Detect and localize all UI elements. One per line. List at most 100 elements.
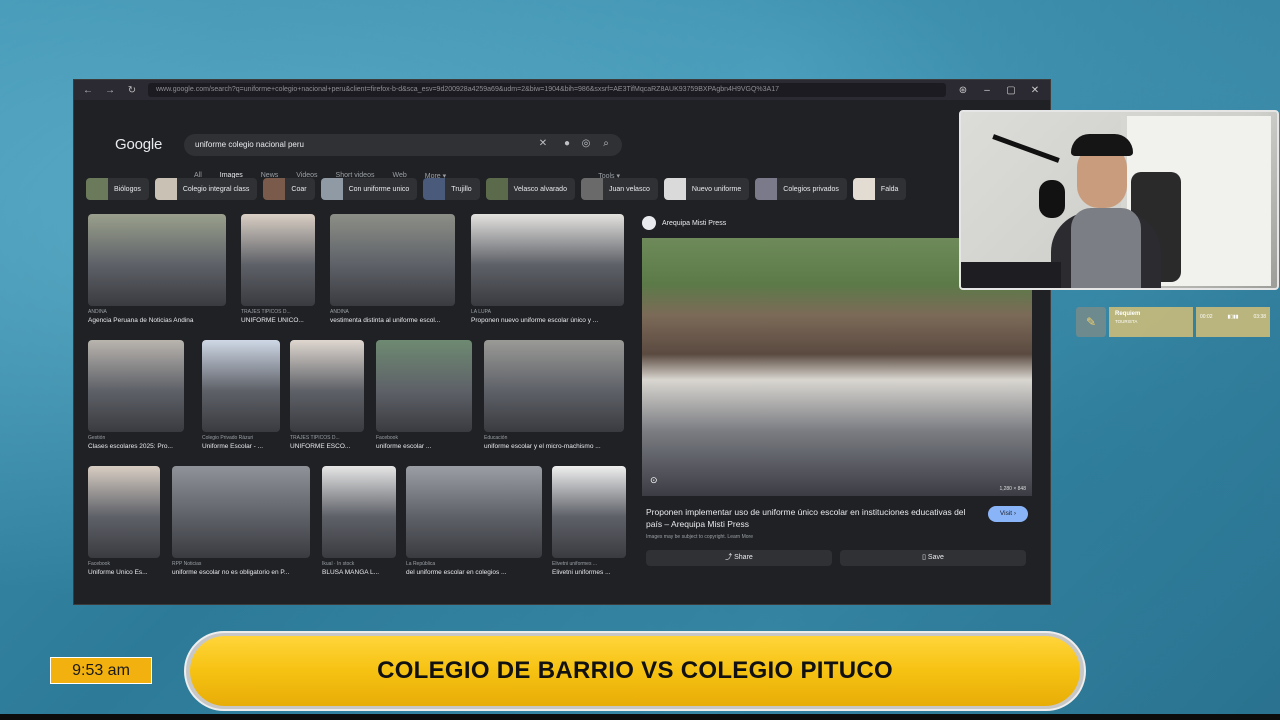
- browser-window: ← → ↻ www.google.com/search?q=uniforme+c…: [73, 79, 1051, 605]
- image-result[interactable]: La República del uniforme escolar en cole…: [406, 466, 542, 576]
- lens-icon[interactable]: ⊙: [650, 475, 658, 486]
- result-source[interactable]: Ikual · In stock: [322, 561, 396, 567]
- result-thumbnail[interactable]: [322, 466, 396, 558]
- result-thumbnail[interactable]: [88, 340, 184, 432]
- close-icon[interactable]: ✕: [1028, 85, 1042, 96]
- chip-label: Juan velasco: [608, 185, 650, 193]
- result-source[interactable]: ANDINA: [330, 309, 455, 315]
- result-caption[interactable]: Proponen nuevo uniforme escolar único y …: [471, 317, 624, 324]
- total-time: 03:38: [1253, 314, 1266, 320]
- result-caption[interactable]: UNIFORME ESCO...: [290, 443, 364, 450]
- image-result[interactable]: ANDINA Agencia Peruana de Noticias Andina: [88, 214, 226, 324]
- share-icon: ⤴: [725, 554, 735, 561]
- chip-thumbnail: [755, 178, 778, 200]
- result-caption[interactable]: uniforme escolar no es obligatorio en P.…: [172, 569, 310, 576]
- result-caption[interactable]: vestimenta distinta al uniforme escol...: [330, 317, 455, 324]
- result-thumbnail[interactable]: [330, 214, 455, 306]
- related-chips: Biólogos Colegio integral class Coar Con un…: [86, 178, 907, 200]
- related-chip[interactable]: Biólogos: [86, 178, 149, 200]
- result-thumbnail[interactable]: [406, 466, 542, 558]
- extensions-icon[interactable]: ⊛: [956, 85, 970, 96]
- search-icon[interactable]: ⌕: [599, 138, 613, 149]
- visit-button[interactable]: Visit ›: [988, 506, 1028, 522]
- related-chip[interactable]: Juan velasco: [580, 178, 658, 200]
- minimize-icon[interactable]: –: [980, 85, 994, 96]
- search-input[interactable]: uniforme colegio nacional peru: [184, 134, 622, 156]
- result-thumbnail[interactable]: [376, 340, 472, 432]
- address-bar[interactable]: www.google.com/search?q=uniforme+colegio…: [148, 83, 946, 97]
- result-thumbnail[interactable]: [172, 466, 310, 558]
- maximize-icon[interactable]: ▢: [1004, 85, 1018, 96]
- image-result[interactable]: Elivetni uniformes ... Elivetni uniformes…: [552, 466, 626, 576]
- related-chip[interactable]: Trujillo: [423, 178, 480, 200]
- chip-label: Trujillo: [451, 185, 472, 193]
- image-result[interactable]: Facebook Uniforme Unico Es...: [88, 466, 160, 576]
- image-result[interactable]: Gestión Clases escolares 2025: Pro...: [88, 340, 184, 450]
- related-chip[interactable]: Nuevo uniforme: [663, 178, 750, 200]
- image-result[interactable]: Educación uniforme escolar y el micro-mac…: [484, 340, 624, 450]
- reload-icon[interactable]: ↻: [126, 85, 138, 96]
- result-caption[interactable]: BLUSA MANGA L...: [322, 569, 396, 576]
- result-thumbnail[interactable]: [552, 466, 626, 558]
- related-chip[interactable]: Colegios privados: [755, 178, 847, 200]
- result-source[interactable]: Gestión: [88, 435, 184, 441]
- result-thumbnail[interactable]: [202, 340, 280, 432]
- result-thumbnail[interactable]: [471, 214, 624, 306]
- chip-label: Colegio integral class: [182, 185, 250, 193]
- result-caption[interactable]: Uniforme Escolar - ...: [202, 443, 280, 450]
- image-result[interactable]: Colegio Privado Rázuri Uniforme Escolar -…: [202, 340, 280, 450]
- clear-icon[interactable]: ✕: [536, 138, 550, 149]
- related-chip[interactable]: Falda: [852, 178, 907, 200]
- result-source[interactable]: Facebook: [88, 561, 160, 567]
- share-label: Share: [734, 554, 753, 561]
- result-source[interactable]: RPP Noticias: [172, 561, 310, 567]
- webcam-person-cap: [1071, 134, 1133, 156]
- result-caption[interactable]: Elivetni uniformes ...: [552, 569, 626, 576]
- related-chip[interactable]: Velasco alvarado: [485, 178, 575, 200]
- chip-thumbnail: [852, 178, 875, 200]
- image-result[interactable]: Facebook uniforme escolar ...: [376, 340, 472, 450]
- image-result[interactable]: Ikual · In stock BLUSA MANGA L...: [322, 466, 396, 576]
- result-source[interactable]: TRAJES TIPICOS D...: [290, 435, 364, 441]
- image-result[interactable]: TRAJES TIPICOS D... UNIFORME UNICO...: [241, 214, 315, 324]
- preview-title[interactable]: Proponen implementar uso de uniforme úni…: [646, 506, 966, 530]
- share-button[interactable]: ⤴ Share: [646, 550, 832, 566]
- save-button[interactable]: ▯ Save: [840, 550, 1026, 566]
- result-caption[interactable]: uniforme escolar ...: [376, 443, 472, 450]
- back-icon[interactable]: ←: [82, 85, 94, 96]
- result-caption[interactable]: del uniforme escolar en colegios ...: [406, 569, 542, 576]
- chip-thumbnail: [263, 178, 286, 200]
- chip-thumbnail: [86, 178, 108, 200]
- camera-lens-icon[interactable]: ◎: [579, 138, 593, 149]
- result-caption[interactable]: Agencia Peruana de Noticias Andina: [88, 317, 226, 324]
- result-source[interactable]: TRAJES TIPICOS D...: [241, 309, 315, 315]
- mic-icon[interactable]: ●: [560, 138, 574, 149]
- result-source[interactable]: Educación: [484, 435, 624, 441]
- result-thumbnail[interactable]: [484, 340, 624, 432]
- forward-icon[interactable]: →: [104, 85, 116, 96]
- image-result[interactable]: LA LUPA Proponen nuevo uniforme escolar ú…: [471, 214, 624, 324]
- result-source[interactable]: Elivetni uniformes ...: [552, 561, 626, 567]
- result-caption[interactable]: uniforme escolar y el micro-machismo ...: [484, 443, 624, 450]
- result-caption[interactable]: Uniforme Unico Es...: [88, 569, 160, 576]
- result-source[interactable]: Facebook: [376, 435, 472, 441]
- result-thumbnail[interactable]: [241, 214, 315, 306]
- google-logo[interactable]: Google: [115, 136, 162, 153]
- result-source[interactable]: LA LUPA: [471, 309, 624, 315]
- result-caption[interactable]: UNIFORME UNICO...: [241, 317, 315, 324]
- related-chip[interactable]: Colegio integral class: [154, 178, 258, 200]
- webcam-person-vest: [1071, 208, 1141, 288]
- result-source[interactable]: Colegio Privado Rázuri: [202, 435, 280, 441]
- image-result[interactable]: TRAJES TIPICOS D... UNIFORME ESCO...: [290, 340, 364, 450]
- image-result[interactable]: RPP Noticias uniforme escolar no es oblig…: [172, 466, 310, 576]
- result-caption[interactable]: Clases escolares 2025: Pro...: [88, 443, 184, 450]
- image-result[interactable]: ANDINA vestimenta distinta al uniforme es…: [330, 214, 455, 324]
- result-thumbnail[interactable]: [88, 214, 226, 306]
- related-chip[interactable]: Con uniforme unico: [320, 178, 418, 200]
- related-chip[interactable]: Coar: [263, 178, 315, 200]
- result-source[interactable]: La República: [406, 561, 542, 567]
- result-thumbnail[interactable]: [290, 340, 364, 432]
- result-source[interactable]: ANDINA: [88, 309, 226, 315]
- result-thumbnail[interactable]: [88, 466, 160, 558]
- save-label: Save: [927, 554, 944, 561]
